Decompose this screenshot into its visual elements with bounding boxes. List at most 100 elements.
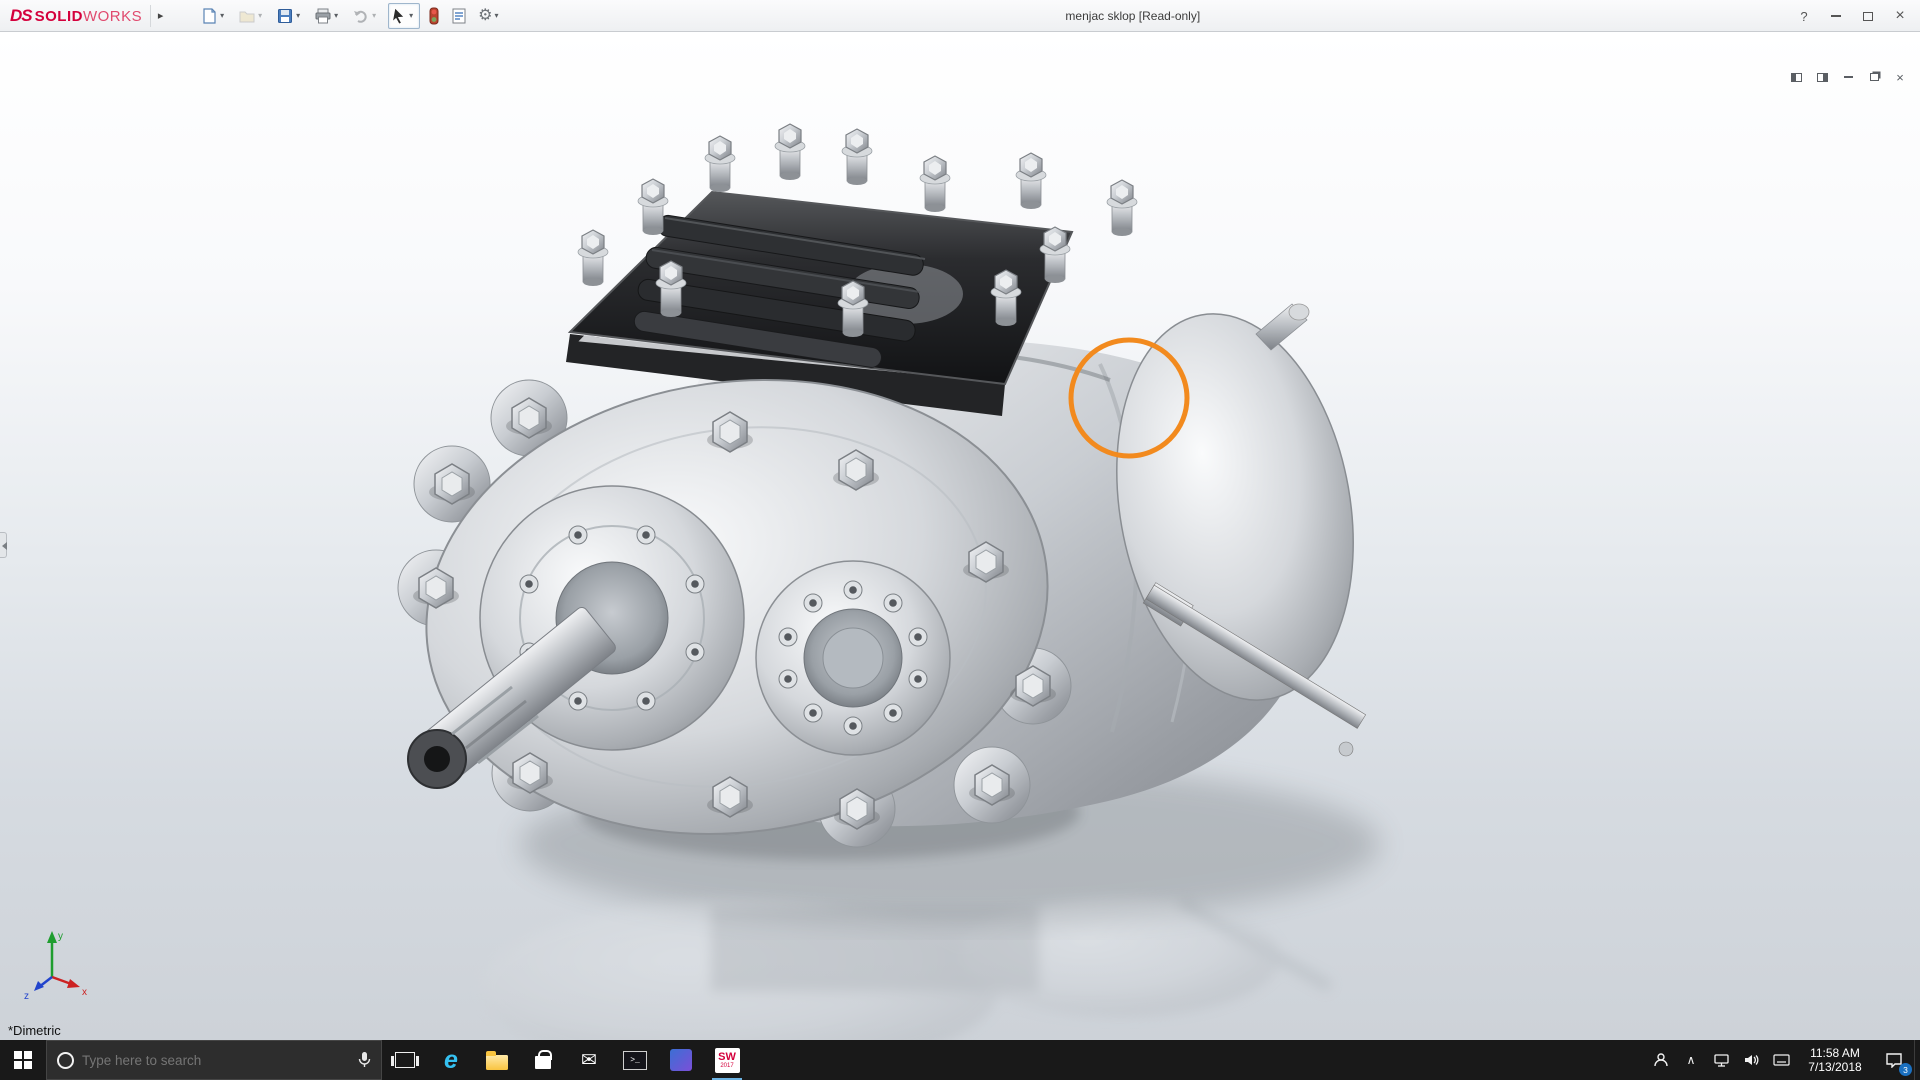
task-view-button[interactable]: [382, 1040, 428, 1080]
mail-icon: ✉: [581, 1049, 597, 1071]
windows-logo-icon: [14, 1051, 32, 1069]
start-button[interactable]: [0, 1040, 46, 1080]
volume-button[interactable]: [1736, 1040, 1766, 1080]
help-button[interactable]: ?: [1788, 2, 1820, 30]
taskbar-search[interactable]: [46, 1040, 382, 1080]
doc-restore-button[interactable]: [1864, 69, 1884, 85]
document-window-controls: ×: [1786, 69, 1910, 85]
rebuild-button[interactable]: [426, 3, 442, 29]
x-axis-label: x: [82, 987, 87, 998]
print-button[interactable]: ▾: [312, 3, 344, 29]
doc-restore-icon: [1869, 73, 1879, 81]
z-axis-label: z: [24, 991, 29, 1000]
file-properties-button[interactable]: [448, 3, 470, 29]
quick-access-toolbar: ▾ ▾ ▾ ▾ ▾ ▾ ⚙ ▾: [198, 2, 504, 29]
touch-keyboard-button[interactable]: [1766, 1040, 1796, 1080]
store-icon: [535, 1050, 552, 1069]
title-bar: DS SOLID WORKS ▸ ▾ ▾ ▾ ▾ ▾ ▾ ⚙ ▾ menjac …: [0, 0, 1920, 32]
network-icon: [1713, 1053, 1729, 1067]
dropdown-caret[interactable]: ▾: [258, 11, 266, 20]
save-icon: [278, 8, 293, 23]
solidworks-app-icon: SW 2017: [714, 1047, 740, 1073]
select-button[interactable]: ▾: [388, 2, 421, 29]
select-arrow-icon: [392, 6, 406, 25]
people-icon: [1654, 1053, 1668, 1067]
model-reflection: [480, 896, 1333, 1040]
edge-button[interactable]: e: [428, 1040, 474, 1080]
taskbar-clock[interactable]: 11:58 AM 7/13/2018: [1796, 1040, 1874, 1080]
dropdown-caret[interactable]: ▾: [334, 11, 342, 20]
menu-flyout-arrow[interactable]: ▸: [150, 4, 170, 27]
undo-button[interactable]: ▾: [350, 3, 382, 29]
save-button[interactable]: ▾: [274, 3, 306, 29]
cortana-icon: [57, 1051, 74, 1069]
microphone-icon[interactable]: [358, 1051, 371, 1069]
chevron-up-icon: ∧: [1686, 1053, 1696, 1067]
options-button[interactable]: ⚙ ▾: [476, 3, 504, 29]
console-button[interactable]: >_: [612, 1040, 658, 1080]
dock-left-icon: [1790, 72, 1802, 82]
app-tile-icon: [670, 1049, 692, 1071]
file-explorer-icon: [486, 1050, 508, 1070]
task-view-icon: [391, 1052, 419, 1068]
maximize-icon: [1863, 11, 1873, 21]
undo-icon: [354, 10, 367, 23]
file-explorer-button[interactable]: [474, 1040, 520, 1080]
document-title: menjac sklop [Read-only]: [1065, 9, 1201, 23]
edge-icon: e: [444, 1045, 458, 1074]
solidworks-logo: DS SOLID WORKS: [10, 5, 143, 25]
panel-splitter-handle[interactable]: [0, 532, 7, 558]
reference-triad: y x z: [24, 931, 87, 1000]
people-button[interactable]: [1646, 1040, 1676, 1080]
close-icon: ×: [1895, 7, 1905, 24]
dropdown-caret[interactable]: ▾: [494, 11, 502, 20]
new-document-button[interactable]: ▾: [198, 3, 230, 29]
gearbox-3d-model[interactable]: [0, 32, 1920, 1040]
app-button[interactable]: [658, 1040, 704, 1080]
ds-logo-mark: DS: [10, 5, 33, 25]
store-button[interactable]: [520, 1040, 566, 1080]
system-tray: ∧ 11:58 AM 7/13/2018 3: [1646, 1040, 1920, 1080]
new-document-icon: [203, 7, 216, 24]
doc-close-icon: ×: [1896, 69, 1904, 85]
minimize-icon: [1831, 15, 1841, 17]
action-center-button[interactable]: 3: [1874, 1040, 1914, 1080]
doc-minimize-button[interactable]: [1838, 69, 1858, 85]
dropdown-caret[interactable]: ▾: [409, 11, 417, 20]
gear-icon: ⚙: [478, 6, 493, 24]
solidworks-taskbar-button[interactable]: SW 2017: [704, 1040, 750, 1080]
mail-button[interactable]: ✉: [566, 1040, 612, 1080]
bearing-boss: [755, 560, 951, 756]
file-properties-icon: [452, 8, 466, 23]
hidden-icons-button[interactable]: ∧: [1676, 1040, 1706, 1080]
notification-badge: 3: [1899, 1063, 1912, 1076]
volume-icon: [1745, 1055, 1759, 1065]
close-button[interactable]: ×: [1884, 2, 1916, 30]
view-orientation-label: *Dimetric: [8, 1023, 61, 1038]
y-axis-label: y: [58, 931, 63, 942]
keyboard-icon: [1772, 1054, 1790, 1066]
doc-close-button[interactable]: ×: [1890, 69, 1910, 85]
clock-date: 7/13/2018: [1808, 1060, 1862, 1074]
maximize-button[interactable]: [1852, 2, 1884, 30]
rebuild-stoplight-icon: [429, 7, 439, 24]
console-icon: >_: [623, 1050, 647, 1070]
clock-time: 11:58 AM: [1810, 1046, 1860, 1060]
open-folder-icon: [239, 11, 255, 22]
minimize-button[interactable]: [1820, 2, 1852, 30]
graphics-area[interactable]: × y x z *Dimetric: [0, 32, 1920, 1040]
dock-right-icon: [1816, 72, 1828, 82]
dropdown-caret[interactable]: ▾: [220, 11, 228, 20]
network-button[interactable]: [1706, 1040, 1736, 1080]
print-icon: [315, 8, 331, 23]
show-desktop-button[interactable]: [1914, 1040, 1920, 1080]
doc-minimize-icon: [1843, 76, 1853, 78]
open-button[interactable]: ▾: [236, 3, 268, 29]
dock-left-button[interactable]: [1786, 69, 1806, 85]
search-input[interactable]: [82, 1052, 350, 1068]
dock-right-button[interactable]: [1812, 69, 1832, 85]
dropdown-caret[interactable]: ▾: [296, 11, 304, 20]
dropdown-caret[interactable]: ▾: [372, 11, 380, 20]
window-controls: ? ×: [1788, 0, 1916, 32]
windows-taskbar: e ✉ >_ SW 2017 ∧: [0, 1040, 1920, 1080]
